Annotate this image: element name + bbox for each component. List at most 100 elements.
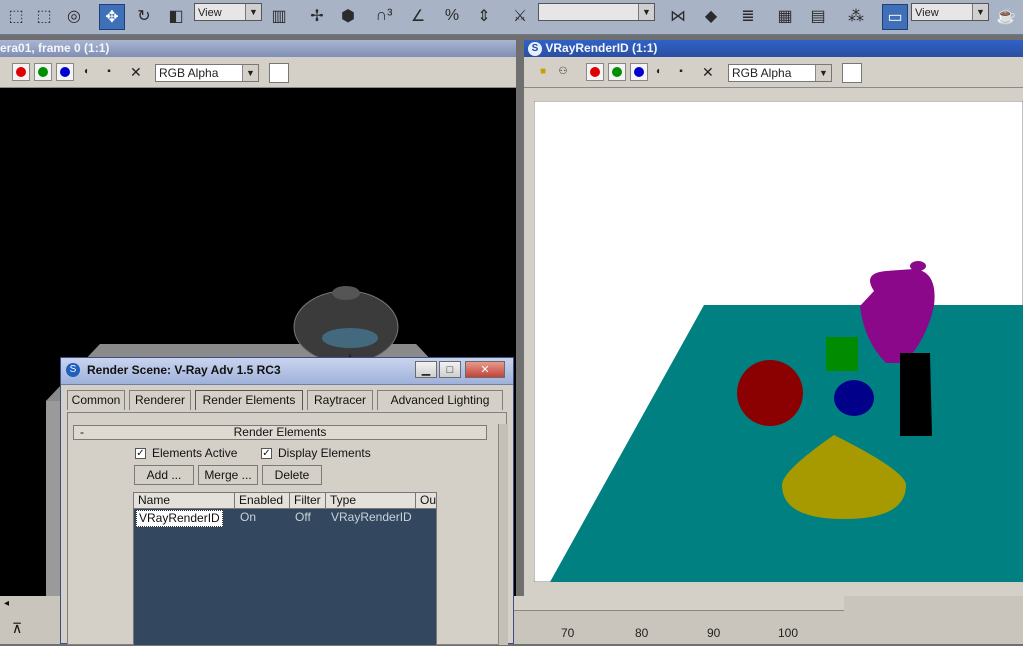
right-channel-dropdown[interactable]: RGB Alpha ▼ xyxy=(728,64,832,82)
render-elements-list[interactable]: Name Enabled Filter Type Ou VRayRenderID… xyxy=(133,492,437,646)
main-toolbar: ⬚ ⬚ ◎ ✥ ↻ ◧ View ▼ ▥ ✢ ⬢ ∩³ ∠ % ⇕ ⚔ ▼ ⋈ ◆… xyxy=(0,0,1023,35)
column-header-filter[interactable]: Filter xyxy=(290,493,326,509)
percent-snap-icon[interactable]: % xyxy=(440,4,464,28)
named-selection-dropdown[interactable]: ▼ xyxy=(538,3,655,21)
display-elements-checkbox[interactable]: ✓ xyxy=(261,448,272,459)
black-vase xyxy=(900,353,932,436)
layer-manager-icon[interactable]: ≣ xyxy=(736,4,760,28)
material-editor-icon[interactable]: ⁂ xyxy=(844,4,868,28)
render-setup-icon[interactable]: ▭ xyxy=(882,4,908,30)
tab-advanced-lighting[interactable]: Advanced Lighting xyxy=(377,390,503,410)
angle-snap-icon[interactable]: ∠ xyxy=(406,4,430,28)
green-channel-button[interactable] xyxy=(608,63,626,81)
render-type-value: View xyxy=(915,7,939,19)
align-icon[interactable]: ◆ xyxy=(699,4,723,28)
schematic-view-icon[interactable]: ▤ xyxy=(806,4,830,28)
tab-renderer[interactable]: Renderer xyxy=(129,390,191,410)
snap-toggle-icon[interactable]: ⬢ xyxy=(336,4,360,28)
render-scene-dialog: S Render Scene: V-Ray Adv 1.5 RC3 ▁ □ ✕ … xyxy=(60,357,514,646)
teapot-knob xyxy=(910,261,926,271)
merge-button[interactable]: Merge ... xyxy=(198,465,258,485)
right-color-swatch[interactable] xyxy=(842,63,862,83)
save-image-icon[interactable]: ■ xyxy=(538,67,548,77)
clone-icon[interactable]: ⚇ xyxy=(558,67,568,77)
clear-icon[interactable]: ✕ xyxy=(130,65,142,79)
tab-raytracer[interactable]: Raytracer xyxy=(307,390,373,410)
mono-icon[interactable]: ▪ xyxy=(104,67,114,77)
blue-dot-icon xyxy=(60,67,70,77)
elements-active-label: Elements Active xyxy=(152,446,238,460)
tab-render-elements[interactable]: Render Elements xyxy=(195,390,303,410)
mirror-icon[interactable]: ⋈ xyxy=(666,4,690,28)
mono-icon[interactable]: ▪ xyxy=(676,67,686,77)
blue-channel-button[interactable] xyxy=(630,63,648,81)
column-header-enabled[interactable]: Enabled xyxy=(235,493,290,509)
chevron-down-icon: ▼ xyxy=(638,4,654,20)
row-name-cell: VRayRenderID xyxy=(136,510,223,527)
select-region-icon[interactable]: ⬚ xyxy=(32,4,56,28)
minimize-button[interactable]: ▁ xyxy=(415,361,437,378)
add-button[interactable]: Add ... xyxy=(134,465,194,485)
chevron-down-icon: ▼ xyxy=(972,4,988,20)
snaps-toggle-icon[interactable]: ∩³ xyxy=(372,4,396,28)
red-dot-icon xyxy=(16,67,26,77)
delete-button[interactable]: Delete xyxy=(262,465,322,485)
display-elements-label: Display Elements xyxy=(278,446,371,460)
scroll-left-icon[interactable]: ◂ xyxy=(4,598,9,609)
select-circle-icon[interactable]: ◎ xyxy=(62,4,86,28)
right-render-image xyxy=(534,101,1023,582)
blue-dot-icon xyxy=(634,67,644,77)
teapot-highlight xyxy=(322,328,378,348)
alpha-channel-icon[interactable]: ◐ xyxy=(654,67,664,77)
right-channel-value: RGB Alpha xyxy=(732,66,792,80)
render-type-dropdown[interactable]: View ▼ xyxy=(911,3,989,21)
blue-channel-button[interactable] xyxy=(56,63,74,81)
chevron-down-icon: ▼ xyxy=(242,65,258,81)
select-rect-icon[interactable]: ⬚ xyxy=(4,4,28,28)
render-teapot-icon[interactable]: ☕ xyxy=(994,4,1018,28)
tab-common[interactable]: Common xyxy=(67,390,125,410)
right-render-frame: S VRayRenderID (1:1) ■ ⚇ ◐ ▪ ✕ RGB Alpha… xyxy=(524,40,1023,596)
maximize-button[interactable]: □ xyxy=(439,361,461,378)
timeline-tick: 70 xyxy=(561,626,575,640)
column-header-output[interactable]: Ou xyxy=(416,493,436,509)
right-frame-titlebar: S VRayRenderID (1:1) xyxy=(524,40,1023,57)
spinner-snap-icon[interactable]: ⇕ xyxy=(472,4,496,28)
close-button[interactable]: ✕ xyxy=(465,361,505,378)
left-channel-value: RGB Alpha xyxy=(159,66,219,80)
edit-named-selection-icon[interactable]: ⚔ xyxy=(508,4,532,28)
column-header-name[interactable]: Name xyxy=(134,493,235,509)
use-pivot-icon[interactable]: ▥ xyxy=(267,4,291,28)
left-color-swatch[interactable] xyxy=(269,63,289,83)
green-cylinder xyxy=(826,337,858,371)
time-slider[interactable] xyxy=(514,596,844,611)
rotate-icon[interactable]: ↻ xyxy=(132,4,156,28)
timeline[interactable]: 70 80 90 100 xyxy=(514,596,1023,644)
alpha-channel-icon[interactable]: ◐ xyxy=(82,67,92,77)
key-mode-icon[interactable]: ⊼ xyxy=(12,620,22,637)
green-dot-icon xyxy=(38,67,48,77)
clear-icon[interactable]: ✕ xyxy=(702,65,714,79)
chevron-down-icon: ▼ xyxy=(245,4,261,20)
left-channel-dropdown[interactable]: RGB Alpha ▼ xyxy=(155,64,259,82)
red-channel-button[interactable] xyxy=(12,63,30,81)
right-frame-channel-bar: ■ ⚇ ◐ ▪ ✕ RGB Alpha ▼ xyxy=(524,57,1023,88)
column-header-type[interactable]: Type xyxy=(326,493,416,509)
render-elements-rollout[interactable]: - Render Elements xyxy=(73,425,487,440)
reference-coordinate-dropdown[interactable]: View ▼ xyxy=(194,3,262,21)
curve-editor-icon[interactable]: ▦ xyxy=(773,4,797,28)
green-channel-button[interactable] xyxy=(34,63,52,81)
dialog-scrollbar[interactable] xyxy=(498,424,508,645)
rollout-title: Render Elements xyxy=(233,425,327,439)
row-enabled-cell: On xyxy=(240,510,257,524)
dialog-titlebar[interactable]: S Render Scene: V-Ray Adv 1.5 RC3 ▁ □ ✕ xyxy=(61,358,513,385)
manipulate-icon[interactable]: ✢ xyxy=(305,4,329,28)
elements-active-checkbox[interactable]: ✓ xyxy=(135,448,146,459)
vray-logo-icon: S xyxy=(528,41,542,56)
teapot-shape xyxy=(293,290,399,364)
red-dot-icon xyxy=(590,67,600,77)
move-icon[interactable]: ✥ xyxy=(99,4,125,30)
scale-icon[interactable]: ◧ xyxy=(164,4,188,28)
red-channel-button[interactable] xyxy=(586,63,604,81)
timeline-tick: 80 xyxy=(635,626,649,640)
